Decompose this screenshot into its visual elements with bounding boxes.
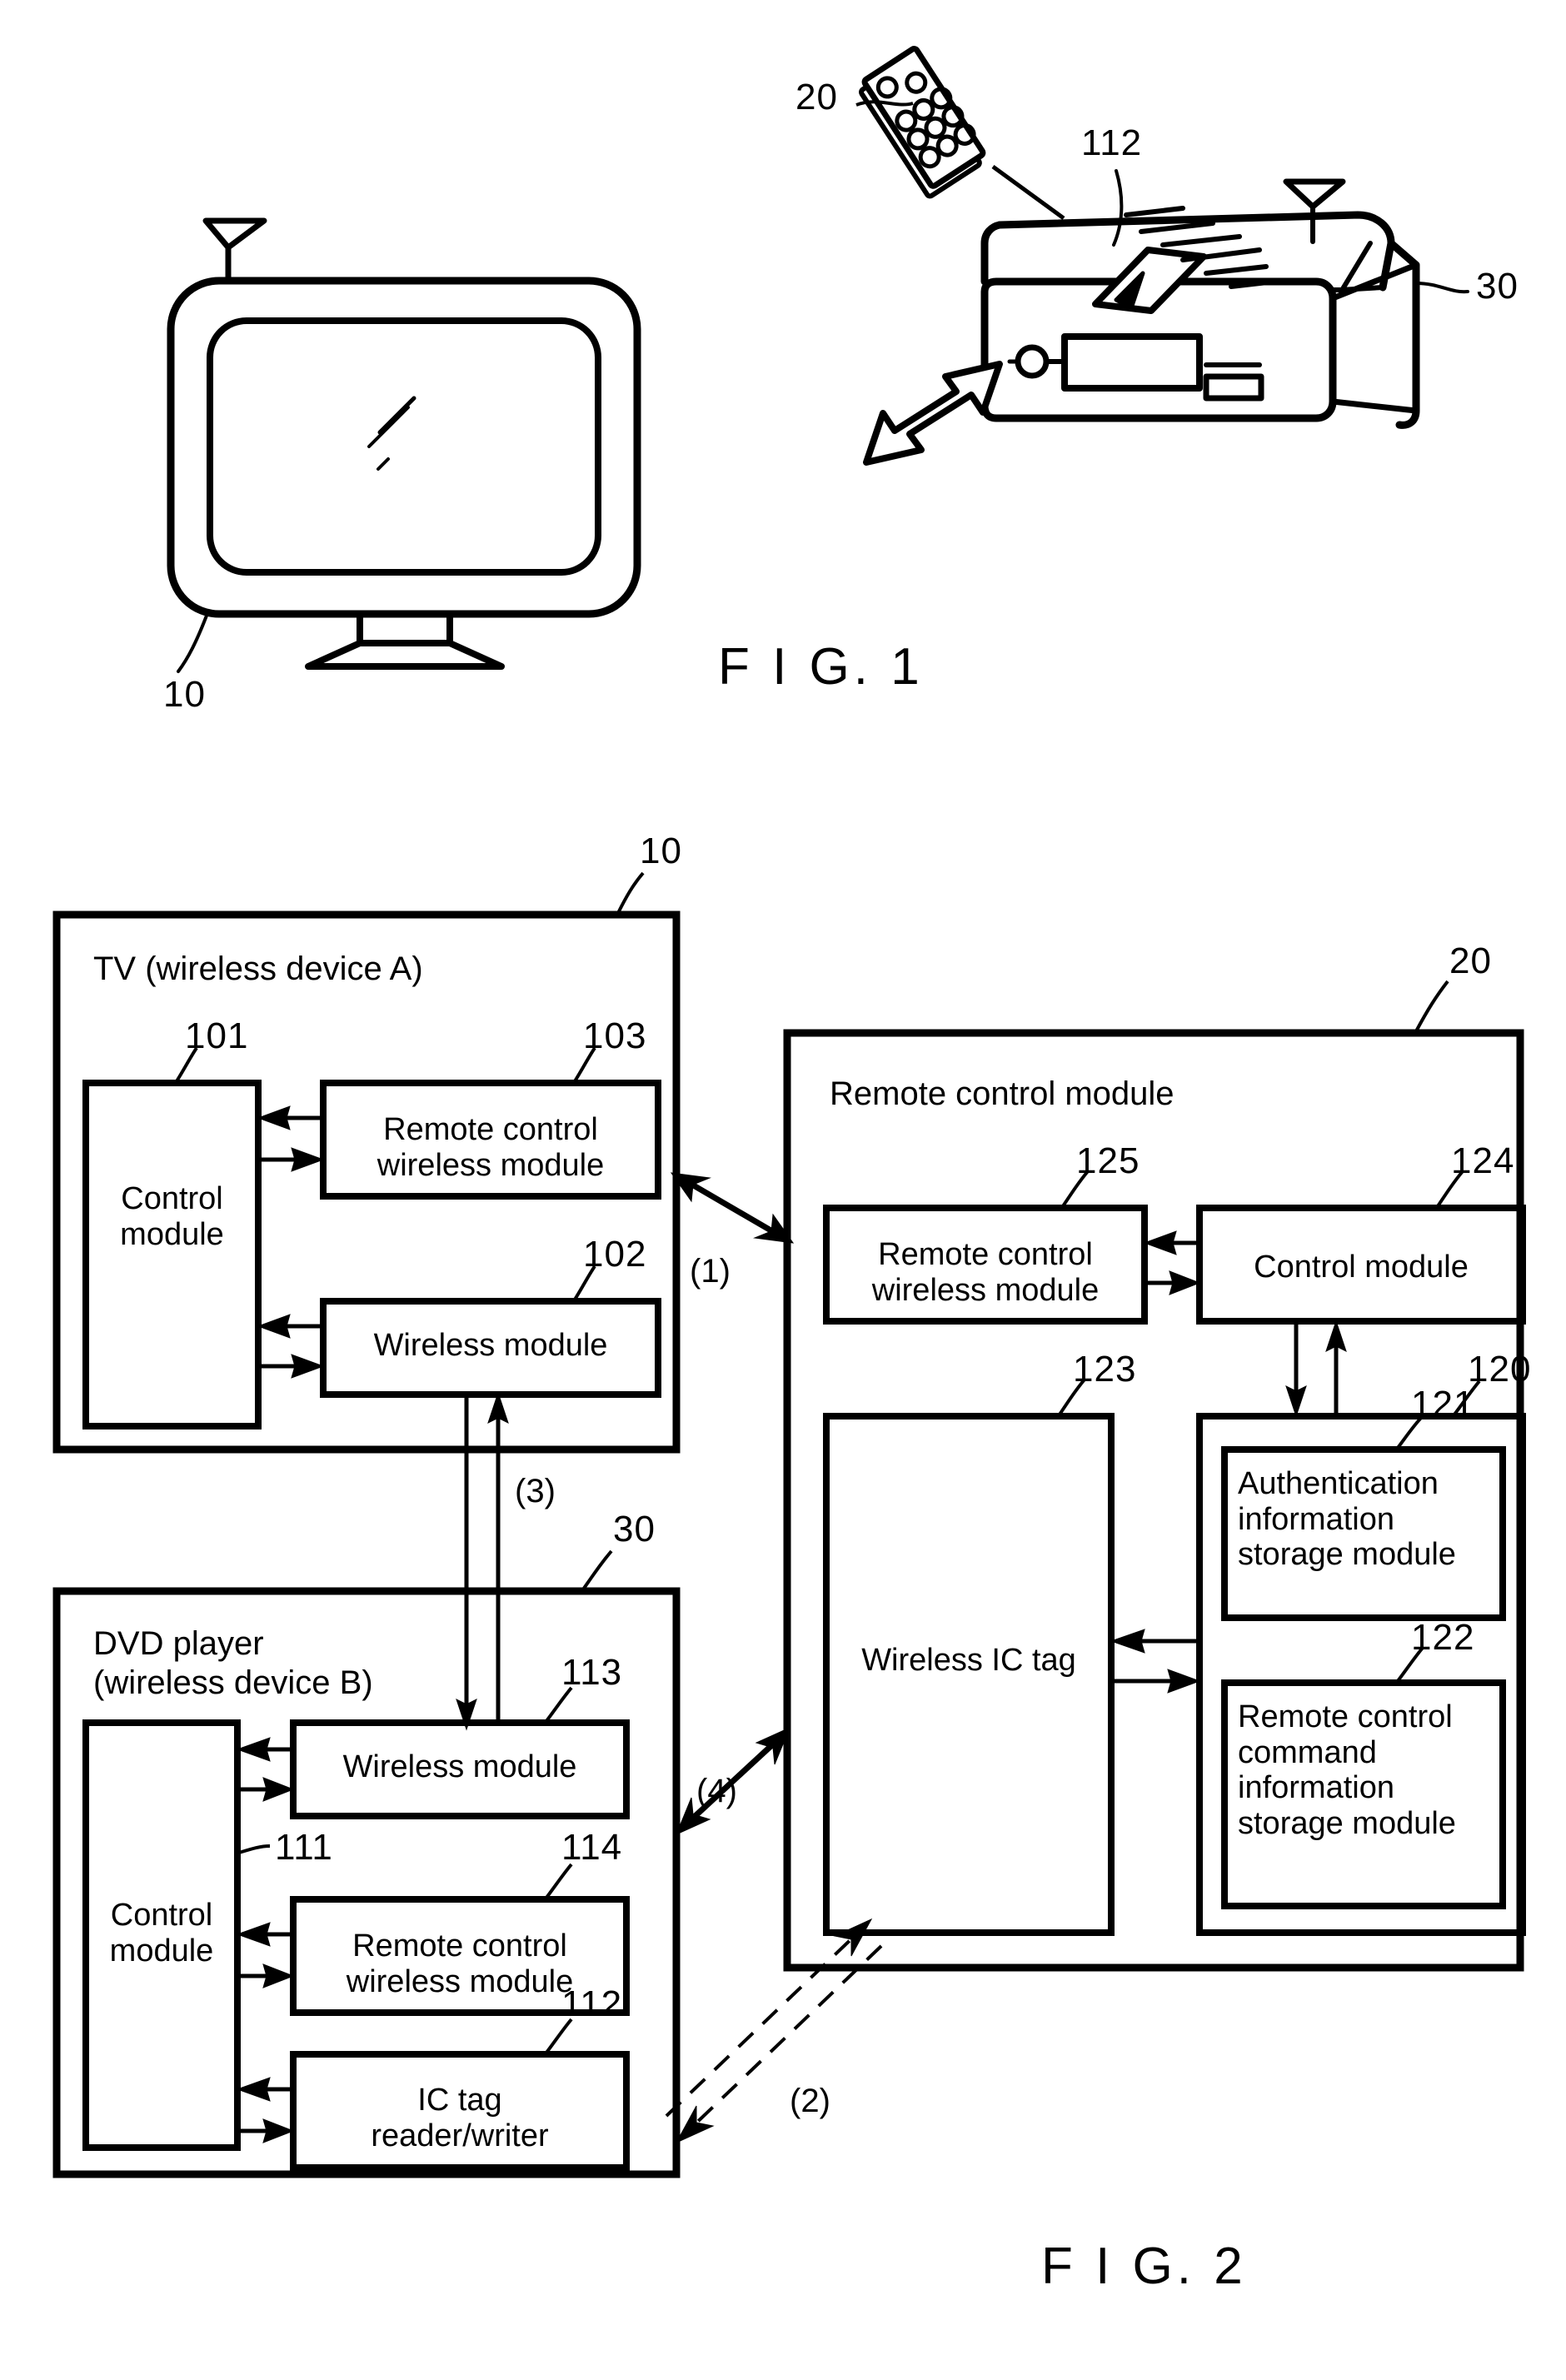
fig2-remote-wireless-module-label: Remote control wireless module [871,1237,1100,1308]
fig2-remote-command-info-storage-module-label: Remote control command information stora… [1238,1699,1456,1841]
figure-2-block-diagram [52,871,1526,2178]
fig2-tv-arrows [257,1105,325,1379]
fig2-auth-info-storage-module-label: Authentication information storage modul… [1238,1466,1456,1573]
fig2-ref-111: 111 [275,1827,333,1868]
fig2-dvd-title: DVD player (wireless device B) [93,1625,373,1702]
fig2-ref-102: 102 [583,1234,647,1275]
fig2-connection-1 [670,1172,795,1244]
fig2-ref-103: 103 [583,1015,647,1056]
fig2-step-2-label: (2) [790,2083,830,2119]
fig2-tv-remote-wireless-module-label: Remote control wireless module [377,1112,605,1183]
fig2-dvd-wireless-module-label: Wireless module [342,1749,577,1784]
fig1-ref-112: 112 [1081,122,1143,163]
fig2-remote-title: Remote control module [830,1075,1174,1112]
figure-1-caption: F I G. 1 [718,638,924,696]
fig2-ref-121: 121 [1411,1384,1475,1425]
fig2-dvd-remote-wireless-module-label: Remote control wireless module [346,1928,574,1999]
fig2-connection-3 [456,1391,509,1731]
remote-control-illustration [855,46,1065,221]
fig2-wireless-ic-tag-label: Wireless IC tag [861,1643,1076,1678]
fig2-ref-122: 122 [1411,1617,1475,1658]
fig2-step-4-label: (4) [696,1773,737,1809]
television-illustration [167,217,641,673]
fig1-ref-30: 30 [1476,266,1519,307]
fig2-tv-control-module-label: Control module [120,1181,224,1252]
fig1-ref-20: 20 [795,77,838,117]
fig2-dvd-arrows [236,1737,295,2143]
fig2-dvd-ic-tag-reader-writer-label: IC tag reader/writer [371,2083,549,2153]
fig2-ref-114: 114 [561,1827,623,1868]
fig2-ref-20: 20 [1449,941,1492,981]
fig2-remote-control-module-label: Control module [1254,1250,1469,1285]
fig2-ref-125: 125 [1076,1140,1140,1181]
fig2-ref-120: 120 [1468,1349,1532,1390]
fig2-tv-wireless-module-label: Wireless module [373,1328,608,1363]
fig2-step-1-label: (1) [690,1253,731,1290]
fig2-ref-113: 113 [561,1652,623,1693]
fig2-connection-2 [665,1918,883,2144]
fig2-ref-10: 10 [640,831,682,871]
patent-drawing-sheet: 10 20 112 30 F I G. 1 TV (wireless devic… [0,0,1566,2380]
fig2-tv-title: TV (wireless device A) [93,951,423,987]
dvd-player-illustration [980,169,1469,429]
fig2-step-3-label: (3) [515,1473,556,1509]
wireless-link-double-arrow [863,361,1003,466]
fig2-dvd-control-module-label: Control module [109,1898,214,1968]
fig2-ref-124: 124 [1451,1140,1515,1181]
fig2-ref-123: 123 [1073,1349,1137,1390]
fig2-ref-101: 101 [185,1015,249,1056]
fig1-ref-10: 10 [163,674,206,715]
fig2-ref-30: 30 [613,1509,656,1549]
figure-2-caption: F I G. 2 [1041,2238,1247,2295]
